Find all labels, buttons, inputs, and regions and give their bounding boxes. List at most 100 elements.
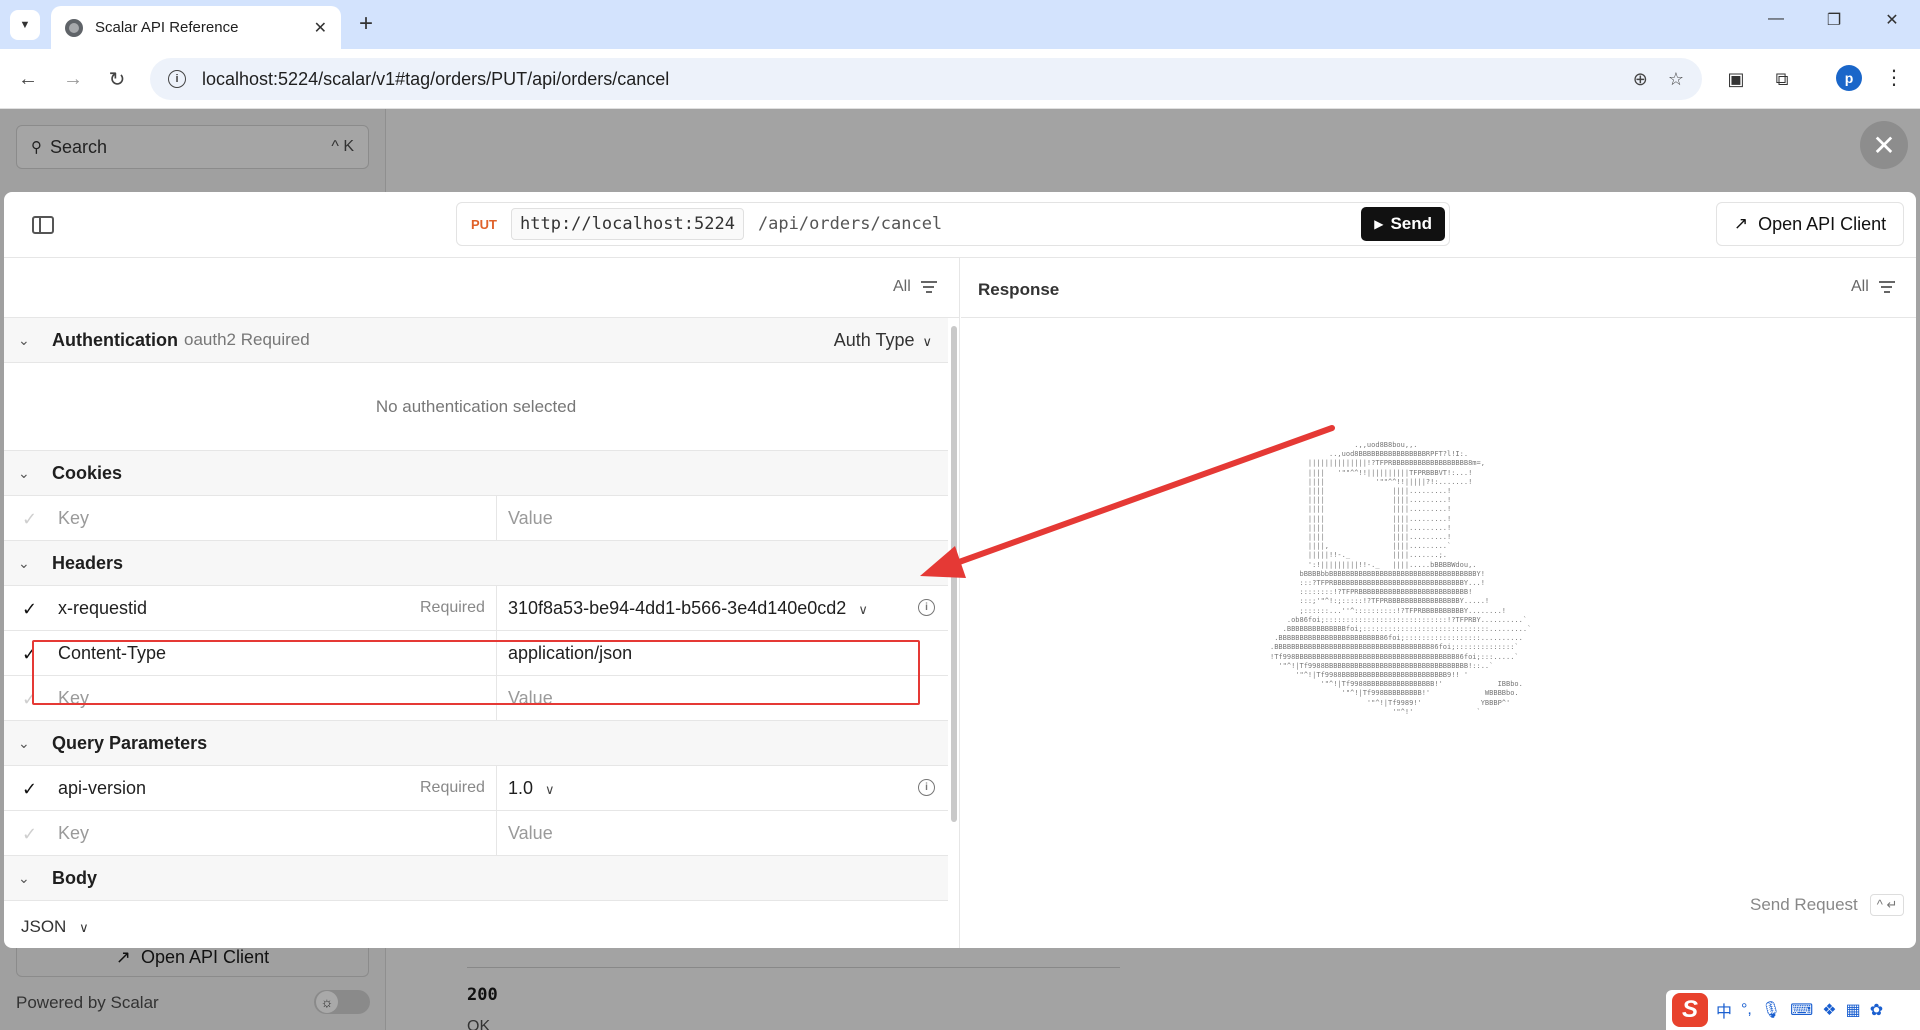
response-filter[interactable]: All: [1851, 278, 1895, 296]
site-info-icon[interactable]: i: [168, 70, 186, 88]
column-divider: [496, 811, 497, 855]
row-checkbox[interactable]: ✓: [22, 824, 37, 845]
row-checkbox[interactable]: ✓: [22, 599, 37, 620]
theme-toggle[interactable]: ☼: [314, 990, 370, 1014]
param-key-input[interactable]: Key: [58, 823, 89, 844]
section-title: Cookies: [52, 462, 123, 483]
header-key-input[interactable]: x-requestid: [58, 598, 147, 619]
header-value-text: 310f8a53-be94-4dd1-b566-3e4d140e0cd2: [508, 598, 847, 618]
search-input[interactable]: ⚲ Search ^ K: [16, 125, 369, 169]
section-title: Headers: [52, 552, 124, 573]
browser-tab[interactable]: Scalar API Reference ✕: [51, 6, 341, 49]
sidebar-open-api-client-label: Open API Client: [141, 947, 270, 967]
bookmark-star-icon[interactable]: ☆: [1668, 69, 1684, 90]
query-param-row: ✓ api-version Required 1.0 ∨ i: [4, 766, 948, 811]
section-cookies[interactable]: ⌄ Cookies: [4, 451, 948, 496]
row-checkbox[interactable]: ✓: [22, 509, 37, 530]
play-icon: ▶: [1374, 217, 1384, 231]
new-tab-plus-icon[interactable]: +: [352, 10, 380, 38]
body-content-type-dropdown[interactable]: JSON ∨: [21, 917, 89, 937]
chevron-down-icon: ∨: [79, 920, 89, 935]
scrollbar-thumb[interactable]: [951, 326, 957, 822]
send-button[interactable]: ▶ Send: [1361, 207, 1445, 241]
send-request-hint[interactable]: Send Request ^ ↵: [1750, 894, 1905, 916]
body-content-type-label: JSON: [21, 917, 67, 936]
punctuation-icon[interactable]: °,: [1741, 1001, 1752, 1019]
filter-icon: [920, 278, 937, 296]
cookie-key-input[interactable]: Key: [58, 508, 89, 529]
param-value-text: 1.0: [508, 778, 534, 798]
minimize-icon[interactable]: —: [1753, 10, 1799, 28]
window-close-icon[interactable]: ✕: [1869, 10, 1915, 30]
row-checkbox[interactable]: ✓: [22, 779, 37, 800]
forward-arrow-icon[interactable]: →: [59, 65, 87, 93]
response-title: Response: [978, 280, 1060, 299]
ime-toolbar: S 中 °, 🎙 ⌨ ❖ ▦ ✿: [1666, 990, 1920, 1030]
column-divider: [496, 586, 497, 630]
section-title: Authentication: [52, 329, 178, 350]
back-arrow-icon[interactable]: ←: [14, 65, 42, 93]
external-arrow-icon: ↗: [1733, 214, 1749, 233]
open-api-client-button[interactable]: ↗ Open API Client: [1716, 202, 1904, 246]
profile-avatar[interactable]: p: [1836, 65, 1862, 91]
param-key-input[interactable]: api-version: [58, 778, 146, 799]
url-text[interactable]: localhost:5224/scalar/v1#tag/orders/PUT/…: [202, 69, 1613, 90]
gift-icon[interactable]: ❖: [1822, 1000, 1836, 1020]
cookie-value-input[interactable]: Value: [508, 508, 553, 529]
sun-icon: ☼: [316, 991, 338, 1013]
header-value-input[interactable]: 310f8a53-be94-4dd1-b566-3e4d140e0cd2 ∨: [508, 598, 868, 619]
search-label: Search: [50, 136, 108, 157]
section-authentication[interactable]: ⌄ Authentication oauth2 Required Auth Ty…: [4, 318, 948, 363]
section-body[interactable]: ⌄ Body: [4, 856, 948, 901]
tab-close-icon[interactable]: ✕: [314, 18, 327, 38]
info-icon[interactable]: i: [918, 599, 935, 616]
server-url[interactable]: http://localhost:5224: [511, 208, 744, 240]
omnibox[interactable]: i localhost:5224/scalar/v1#tag/orders/PU…: [150, 58, 1702, 100]
request-path-input[interactable]: /api/orders/cancel: [758, 214, 1361, 234]
info-icon[interactable]: i: [918, 779, 935, 796]
sogou-logo-icon[interactable]: S: [1672, 993, 1708, 1027]
sidebar-toggle-icon[interactable]: [32, 216, 54, 234]
send-request-shortcut: ^ ↵: [1869, 894, 1905, 916]
chevron-down-icon[interactable]: ∨: [858, 602, 868, 617]
keyboard-icon[interactable]: ⌨: [1790, 1000, 1813, 1020]
param-value-input[interactable]: Value: [508, 823, 553, 844]
zoom-icon[interactable]: ⊕: [1633, 69, 1648, 90]
status-text: OK: [467, 1018, 491, 1030]
restore-icon[interactable]: ❐: [1811, 10, 1857, 30]
query-param-empty-row: ✓ Key Value: [4, 811, 948, 856]
reload-icon[interactable]: ↻: [103, 65, 131, 93]
microphone-icon[interactable]: 🎙: [1761, 1000, 1781, 1020]
column-divider: [496, 766, 497, 810]
response-filter-label: All: [1851, 278, 1869, 295]
cookie-empty-row: ✓ Key Value: [4, 496, 948, 541]
chevron-down-icon[interactable]: ∨: [545, 782, 555, 797]
section-subtitle: oauth2 Required: [184, 330, 310, 349]
powered-by-text[interactable]: Powered by Scalar: [16, 993, 159, 1013]
close-modal-icon[interactable]: ✕: [1860, 121, 1908, 169]
send-request-label: Send Request: [1750, 895, 1858, 914]
tab-search-chevron-icon[interactable]: ▼: [10, 10, 40, 40]
ime-lang-toggle[interactable]: 中: [1716, 998, 1732, 1022]
response-header: Response All: [961, 258, 1916, 318]
section-headers[interactable]: ⌄ Headers: [4, 541, 948, 586]
param-value-input[interactable]: 1.0 ∨: [508, 778, 555, 799]
auth-type-dropdown[interactable]: Auth Type ∨: [834, 330, 932, 351]
globe-icon: [65, 18, 83, 37]
skin-icon[interactable]: ✿: [1870, 1000, 1883, 1020]
section-query-parameters[interactable]: ⌄ Query Parameters: [4, 721, 948, 766]
request-address-bar[interactable]: PUT http://localhost:5224 /api/orders/ca…: [456, 202, 1450, 246]
extension-app-icon[interactable]: ▣: [1723, 66, 1749, 92]
tab-title: Scalar API Reference: [95, 19, 239, 36]
section-title: Body: [52, 867, 97, 888]
browser-menu-icon[interactable]: ⋮: [1884, 65, 1904, 90]
http-method-badge[interactable]: PUT: [471, 217, 497, 232]
column-divider: [496, 496, 497, 540]
request-scrollbar[interactable]: [948, 318, 960, 948]
chevron-down-icon: ∨: [922, 334, 932, 349]
required-label: Required: [420, 599, 485, 616]
header-row: ✓ x-requestid Required 310f8a53-be94-4dd…: [4, 586, 948, 631]
apps-grid-icon[interactable]: ▦: [1846, 1000, 1861, 1020]
extensions-puzzle-icon[interactable]: ⧉: [1769, 66, 1795, 92]
request-filter[interactable]: All: [893, 278, 937, 296]
